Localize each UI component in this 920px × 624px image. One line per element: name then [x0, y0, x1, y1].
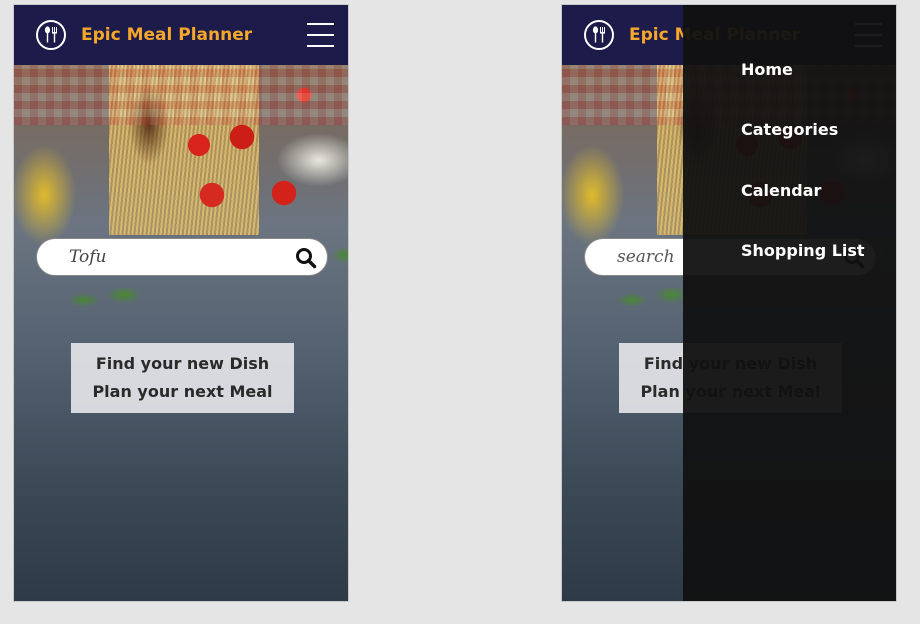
menu-item-calendar[interactable]: Calendar [741, 181, 821, 200]
phone-screen-home: Epic Meal Planner Find your new Dish Pla… [13, 4, 349, 602]
menu-item-home[interactable]: Home [741, 60, 793, 79]
phone-screen-menu-open: Epic Meal Planner Find your new Dish Pla… [561, 4, 897, 602]
cutlery-icon[interactable] [584, 20, 614, 50]
side-navigation-menu: Home Categories Calendar Shopping List [683, 5, 896, 601]
menu-item-shopping-list[interactable]: Shopping List [741, 241, 865, 260]
hero-food-image [14, 65, 348, 601]
tagline-line-2: Plan your next Meal [92, 382, 273, 401]
tagline-line-1: Find your new Dish [95, 354, 270, 373]
app-header: Epic Meal Planner [14, 5, 348, 65]
hamburger-icon[interactable] [307, 23, 334, 47]
search-icon[interactable] [295, 247, 317, 269]
tablecloth-decoration [14, 65, 348, 125]
search-bar [36, 238, 328, 276]
app-title: Epic Meal Planner [81, 25, 253, 45]
cutlery-icon[interactable] [36, 20, 66, 50]
menu-item-categories[interactable]: Categories [741, 120, 838, 139]
tagline-box: Find your new Dish Plan your next Meal [71, 343, 294, 413]
search-input[interactable] [69, 245, 279, 269]
